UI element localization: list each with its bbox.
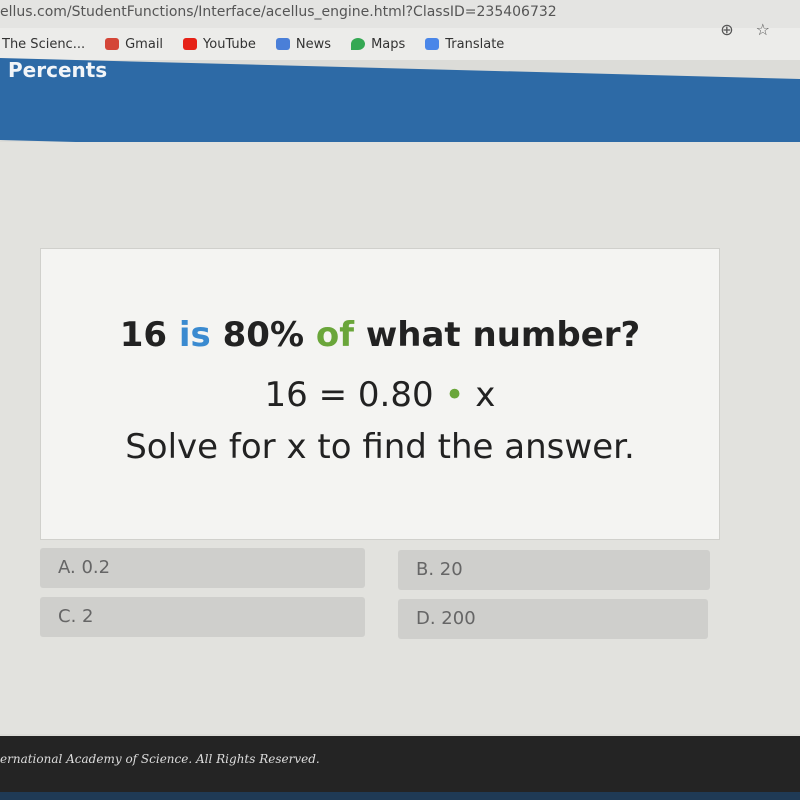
bookmark-the-science[interactable]: The Scienc... [2, 37, 85, 52]
bookmark-label: YouTube [203, 36, 256, 52]
bookmark-news[interactable]: News [275, 36, 332, 52]
url-text: ellus.com/StudentFunctions/Interface/ace… [0, 4, 557, 20]
bookmark-maps[interactable]: Maps [351, 37, 405, 52]
footer: ernational Academy of Science. All Right… [0, 736, 800, 792]
zoom-icon[interactable]: ⊕ [720, 20, 733, 39]
news-icon [275, 38, 290, 50]
answer-c[interactable]: C. 2 [40, 597, 365, 637]
youtube-icon [183, 38, 198, 50]
question-card: 16 is 80% of what number? 16 = 0.80 • x … [40, 248, 720, 540]
bookmark-label: The Scienc... [2, 36, 86, 52]
page-title: Percents [8, 58, 108, 82]
answer-d[interactable]: D. 200 [398, 599, 708, 639]
bookmark-label: Gmail [125, 36, 164, 52]
bookmark-label: Maps [371, 36, 406, 52]
question-text: 16 is 80% of what number? [119, 315, 641, 355]
translate-icon [425, 38, 440, 50]
taskbar [0, 792, 800, 800]
answer-a[interactable]: A. 0.2 [40, 548, 365, 588]
address-bar[interactable]: ellus.com/StudentFunctions/Interface/ace… [0, 0, 800, 28]
bookmarks-bar: The Scienc... Gmail YouTube News Maps Tr… [0, 28, 800, 60]
bookmark-youtube[interactable]: YouTube [183, 37, 256, 52]
copyright-text: ernational Academy of Science. All Right… [0, 752, 320, 766]
answer-b[interactable]: B. 20 [398, 550, 710, 590]
instruction: Solve for x to find the answer. [125, 427, 635, 467]
equation: 16 = 0.80 • x [264, 375, 496, 415]
bookmark-label: News [295, 36, 332, 52]
bookmark-translate[interactable]: Translate [425, 37, 504, 52]
bookmark-label: Translate [445, 36, 505, 52]
gmail-icon [105, 38, 120, 50]
bookmark-star-icon[interactable]: ☆ [756, 20, 770, 39]
maps-icon [351, 38, 366, 50]
bookmark-gmail[interactable]: Gmail [105, 37, 163, 52]
